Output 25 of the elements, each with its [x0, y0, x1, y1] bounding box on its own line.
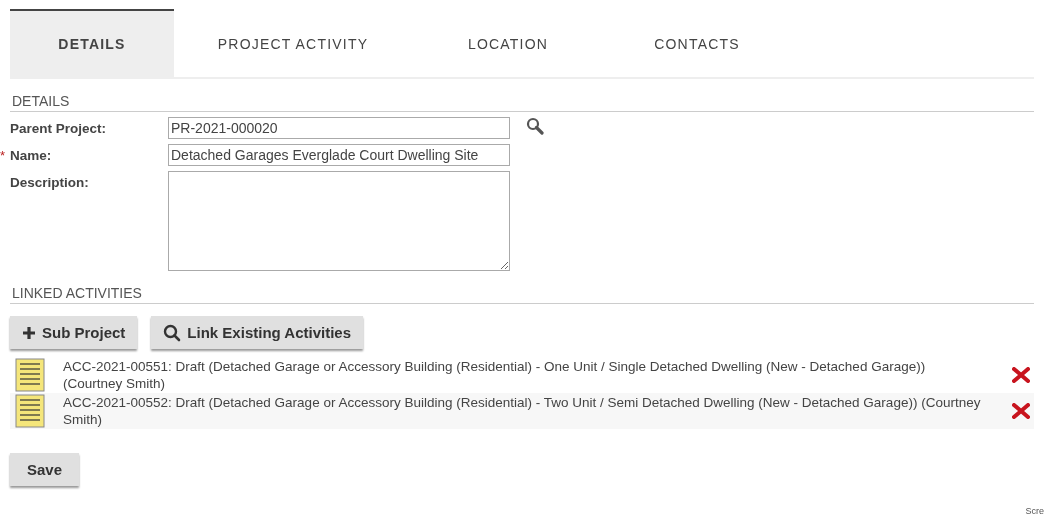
action-button[interactable]: Link Existing Activities — [151, 316, 363, 349]
tab[interactable]: CONTACTS — [604, 9, 790, 77]
input-field[interactable]: Detached Garages Everglade Court Dwelling Site — [168, 144, 510, 166]
tab[interactable]: LOCATION — [412, 9, 604, 77]
document-icon — [15, 358, 45, 392]
corner-text: Scre — [1025, 506, 1044, 516]
action-button[interactable]: Sub Project — [10, 316, 138, 349]
search-icon — [163, 323, 182, 342]
tab[interactable]: PROJECT ACTIVITY — [174, 9, 412, 77]
field-label: Parent Project: — [10, 120, 107, 136]
search-icon[interactable] — [526, 117, 544, 135]
field-label: Name: — [10, 147, 52, 163]
tab[interactable]: DETAILS — [10, 9, 174, 77]
description-field[interactable] — [168, 171, 510, 271]
save-button[interactable]: Save — [10, 453, 80, 486]
delete-icon[interactable] — [1012, 403, 1030, 419]
required-mark: * — [0, 147, 7, 163]
delete-icon[interactable] — [1012, 367, 1030, 383]
plus-icon — [22, 325, 36, 340]
document-icon — [15, 394, 45, 428]
input-field[interactable]: PR-2021-000020 — [168, 117, 510, 139]
activity-link[interactable]: ACC-2021-00551: Draft (Detached Garage or Accessory Building (Residential) - One Unit / Single Detached Dwelling (New - Detached Garage)) (Courtney Smith) — [63, 358, 993, 392]
field-label: Description: — [10, 174, 89, 190]
section-heading: LINKED ACTIVITIES — [10, 285, 1034, 304]
section-heading: DETAILS — [10, 93, 1034, 112]
